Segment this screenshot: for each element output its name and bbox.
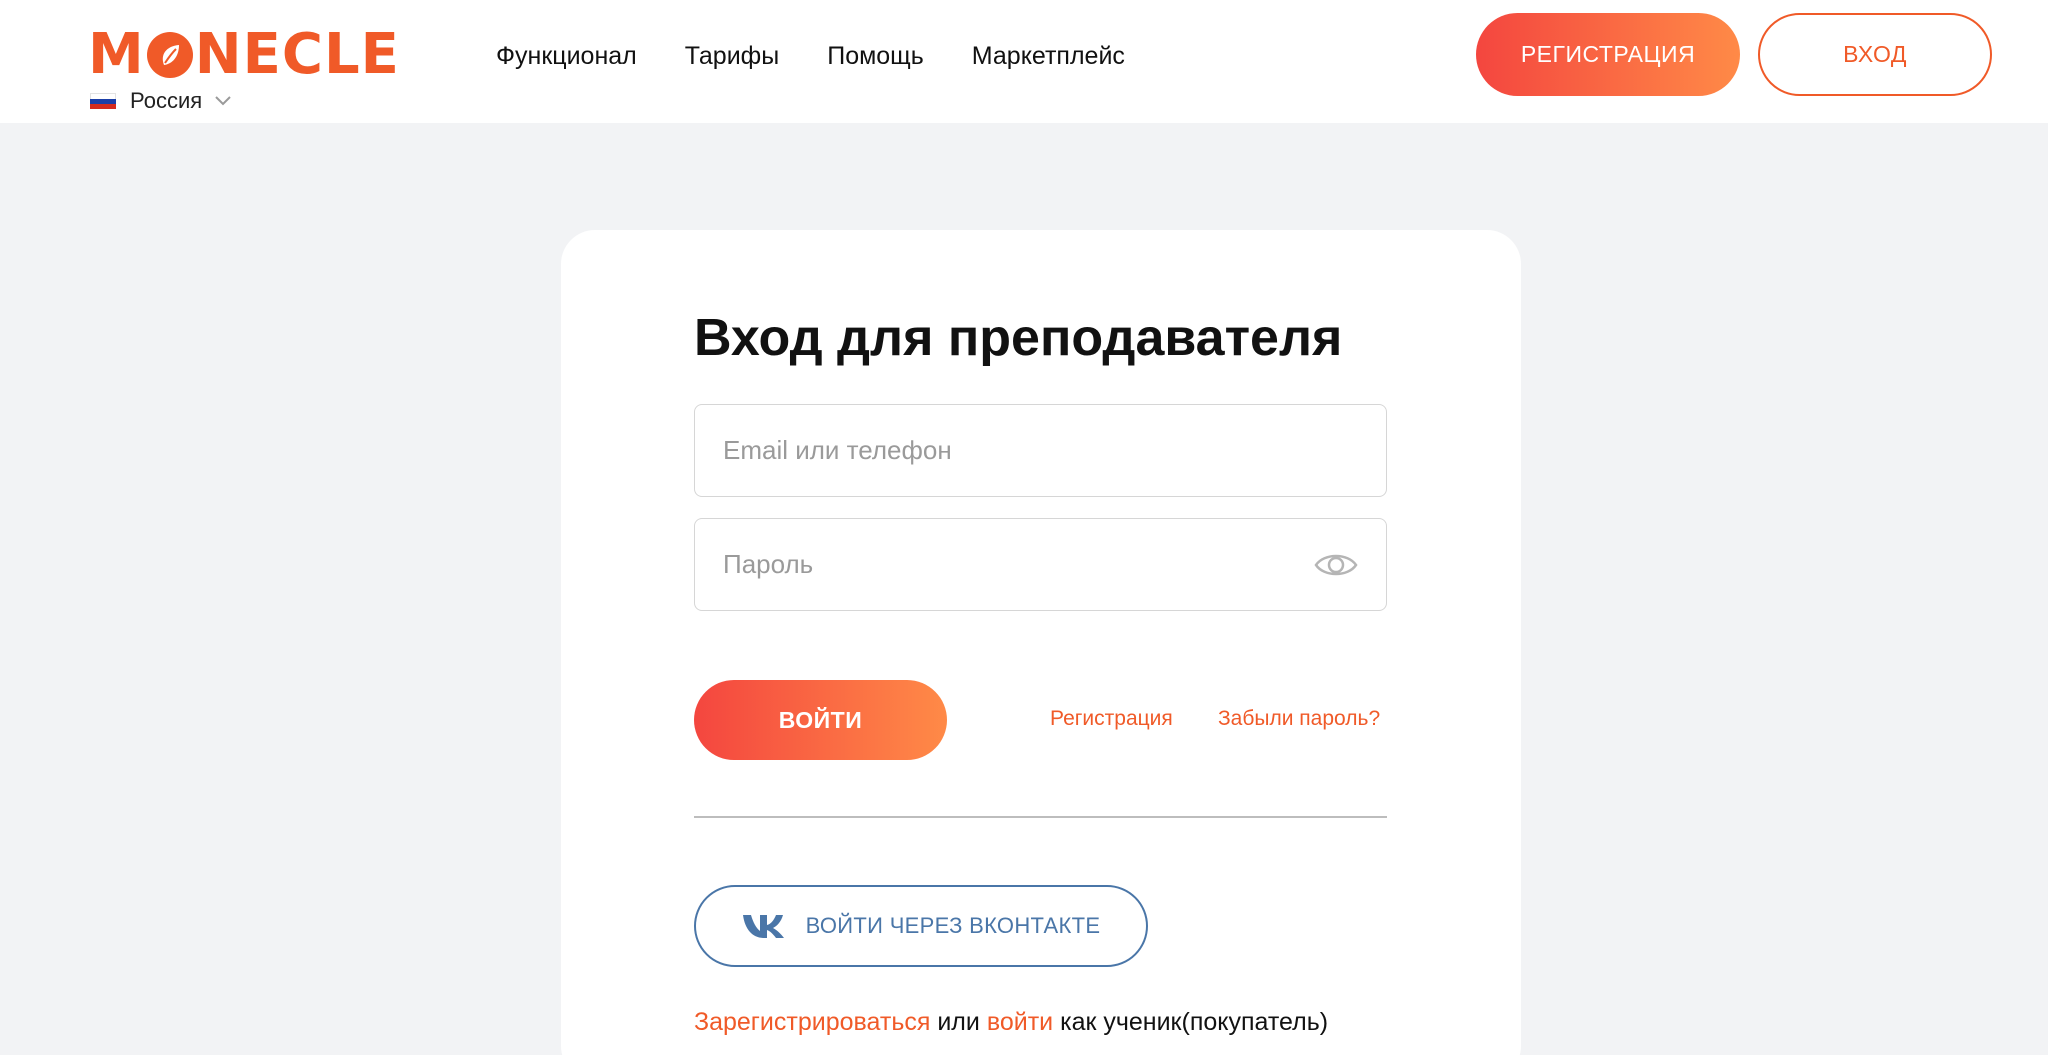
nav-help[interactable]: Помощь (827, 42, 924, 71)
vk-login-label: ВОЙТИ ЧЕРЕЗ ВКОНТАКТЕ (805, 913, 1101, 938)
region-selector[interactable]: Россия (90, 88, 232, 114)
password-field[interactable] (694, 518, 1387, 611)
student-login-prompt: Зарегистрироваться или войти как ученик(… (694, 1008, 1328, 1037)
register-link[interactable]: Регистрация (1050, 707, 1173, 731)
site-header: M NECLE Россия Функционал Тарифы Помощь … (0, 0, 2048, 123)
student-suffix-text: как ученик(покупатель) (1060, 1008, 1329, 1036)
page-title: Вход для преподавателя (694, 309, 1343, 367)
monecle-logo[interactable]: M NECLE (88, 27, 400, 83)
eye-icon[interactable] (1314, 549, 1358, 581)
student-register-link[interactable]: Зарегистрироваться (694, 1008, 930, 1036)
nav-pricing[interactable]: Тарифы (685, 42, 779, 71)
email-input[interactable] (695, 405, 1386, 496)
forgot-password-link[interactable]: Забыли пароль? (1218, 707, 1380, 731)
header-login-button[interactable]: ВХОД (1758, 13, 1992, 96)
student-or-text: или (937, 1008, 980, 1036)
vk-login-button[interactable]: ВОЙТИ ЧЕРЕЗ ВКОНТАКТЕ (694, 885, 1148, 967)
main-nav: Функционал Тарифы Помощь Маркетплейс (496, 36, 1125, 76)
header-register-button[interactable]: РЕГИСТРАЦИЯ (1476, 13, 1740, 96)
nav-marketplace[interactable]: Маркетплейс (972, 42, 1125, 71)
russia-flag-icon (90, 93, 116, 109)
vk-icon (742, 915, 784, 938)
student-login-link[interactable]: войти (987, 1008, 1053, 1036)
region-label: Россия (130, 88, 203, 113)
logo-letters: NECLE (194, 22, 400, 87)
leaf-icon (146, 32, 193, 78)
divider (694, 816, 1387, 818)
chevron-down-icon (215, 96, 231, 106)
email-field[interactable] (694, 404, 1387, 497)
logo-letter-m: M (88, 22, 145, 87)
password-input[interactable] (695, 519, 1386, 610)
submit-login-button[interactable]: ВОЙТИ (694, 680, 947, 760)
nav-features[interactable]: Функционал (496, 42, 637, 71)
